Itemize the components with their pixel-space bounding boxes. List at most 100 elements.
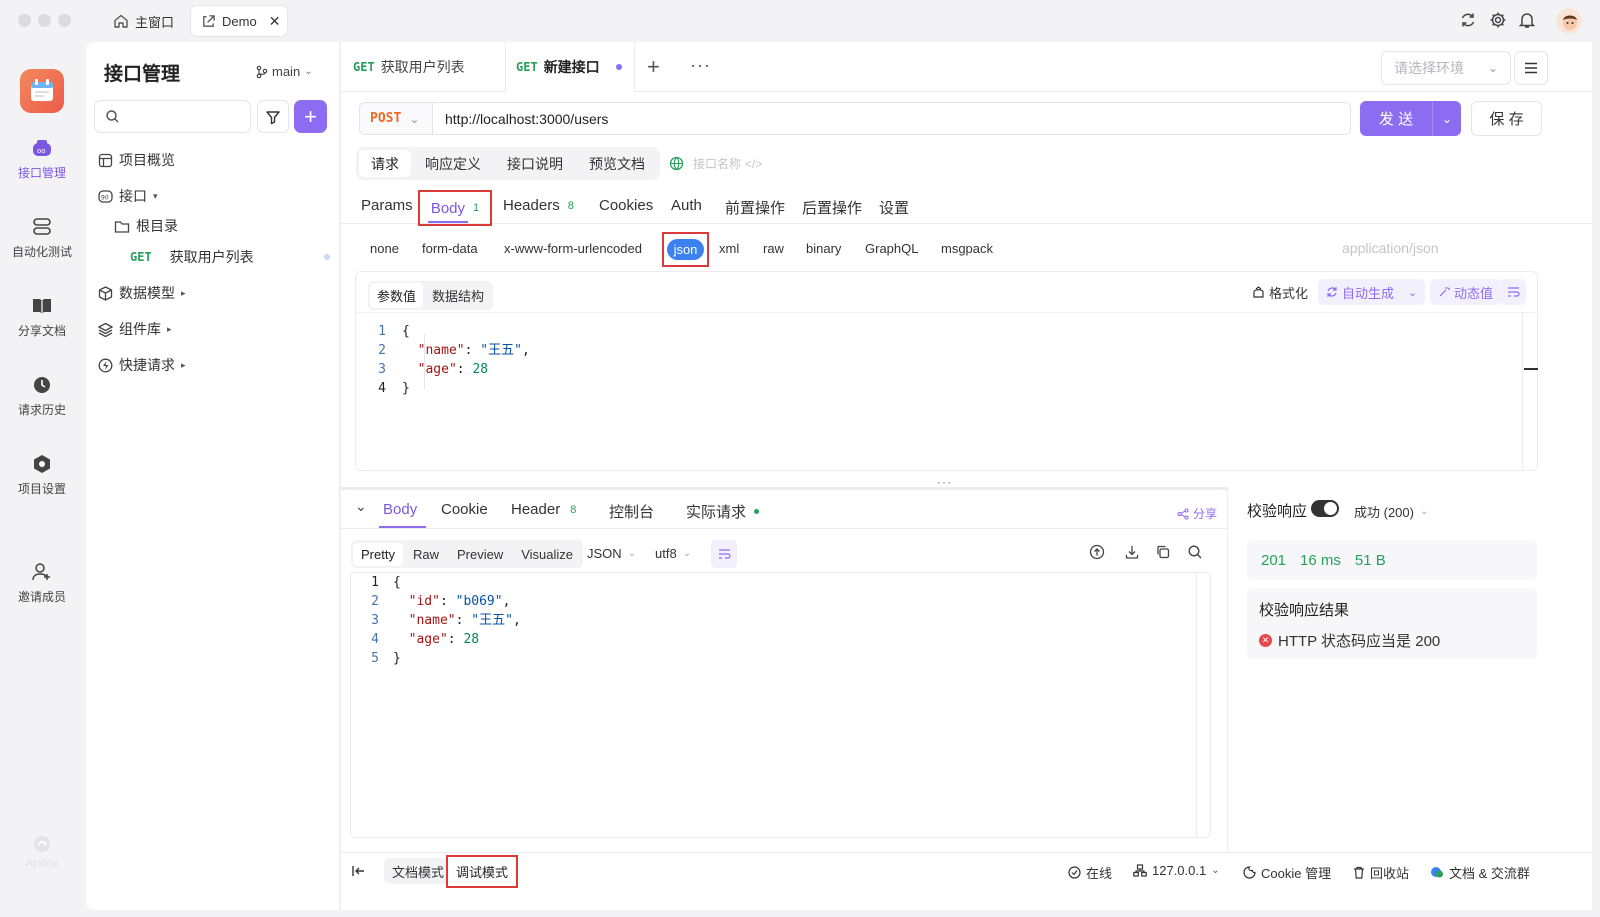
- request-code-lines[interactable]: 1{ 2 "name": "王五", 3 "age": 28 4}: [364, 322, 530, 398]
- doc-mode-button[interactable]: 文档模式: [384, 858, 453, 884]
- body-type-none[interactable]: none: [370, 241, 399, 256]
- add-button[interactable]: +: [294, 100, 327, 133]
- tree-item-quick-requests[interactable]: 快捷请求 ▸: [98, 355, 186, 375]
- tab-param-values[interactable]: 参数值: [370, 283, 424, 308]
- url-input[interactable]: [433, 103, 1350, 134]
- bell-icon[interactable]: [1518, 11, 1538, 31]
- docs-community-button[interactable]: 文档 & 交流群: [1430, 863, 1530, 882]
- zoom-window-dot[interactable]: [58, 14, 71, 27]
- encoding-select[interactable]: utf8 ⌄: [655, 546, 691, 561]
- tab-auth[interactable]: Auth: [671, 197, 702, 214]
- tree-item-components[interactable]: 组件库 ▸: [98, 319, 172, 339]
- response-scrollbar-track[interactable]: [1196, 573, 1197, 837]
- rail-item-project-settings[interactable]: 项目设置: [0, 454, 84, 497]
- trash-button[interactable]: 回收站: [1353, 863, 1409, 882]
- pane-splitter[interactable]: [341, 487, 1227, 490]
- filter-button[interactable]: [257, 100, 289, 133]
- tab-new-endpoint[interactable]: GET 新建接口: [505, 42, 635, 92]
- body-type-msgpack[interactable]: msgpack: [941, 241, 993, 256]
- endpoint-name-field[interactable]: 接口名称 </>: [693, 155, 762, 172]
- tab-post-operations[interactable]: 后置操作: [802, 197, 862, 218]
- format-button[interactable]: 格式化: [1252, 283, 1308, 302]
- body-type-raw[interactable]: raw: [763, 241, 784, 256]
- body-type-graphql[interactable]: GraphQL: [865, 241, 918, 256]
- close-window-dot[interactable]: [18, 14, 31, 27]
- branch-selector[interactable]: main ⌄: [256, 64, 313, 79]
- splitter-handle-icon[interactable]: ···: [937, 475, 952, 489]
- view-tab-raw[interactable]: Raw: [405, 543, 447, 566]
- autogen-button[interactable]: 自动生成 ⌄: [1318, 279, 1426, 305]
- environment-select[interactable]: 请选择环境 ⌄: [1381, 51, 1511, 85]
- search-icon[interactable]: [1187, 544, 1203, 560]
- tab-api-description[interactable]: 接口说明: [495, 150, 575, 177]
- method-select[interactable]: POST ⌄: [360, 103, 433, 134]
- wrap-lines-button[interactable]: [1500, 279, 1526, 305]
- rail-item-api-management[interactable]: oo 接口管理: [0, 138, 84, 181]
- response-tab-header[interactable]: Header 8: [511, 501, 576, 518]
- upload-icon[interactable]: [1089, 544, 1105, 560]
- tab-headers[interactable]: Headers 8: [503, 197, 574, 214]
- menu-button[interactable]: [1514, 51, 1548, 85]
- sync-icon[interactable]: [1459, 11, 1479, 31]
- tab-response-definition[interactable]: 响应定义: [413, 150, 493, 177]
- tab-cookies[interactable]: Cookies: [599, 197, 653, 214]
- cookie-manager-button[interactable]: Cookie 管理: [1243, 863, 1331, 882]
- tree-search-input[interactable]: [126, 109, 246, 124]
- copy-icon[interactable]: [1155, 544, 1171, 560]
- response-tab-actual-request[interactable]: 实际请求: [686, 501, 760, 522]
- wrap-lines-button[interactable]: [711, 540, 737, 568]
- new-tab-plus-icon[interactable]: +: [647, 54, 660, 80]
- tree-item-overview[interactable]: 项目概览: [98, 150, 175, 170]
- response-tab-cookie[interactable]: Cookie: [441, 501, 488, 518]
- rail-item-history[interactable]: 请求历史: [0, 375, 84, 418]
- tab-params[interactable]: Params: [361, 197, 413, 214]
- save-button[interactable]: 保 存: [1471, 101, 1542, 136]
- editor-scrollbar-track[interactable]: [1522, 313, 1523, 471]
- dynamic-value-button[interactable]: 动态值: [1430, 279, 1502, 305]
- body-type-urlencoded[interactable]: x-www-form-urlencoded: [504, 241, 642, 256]
- home-tab[interactable]: 主窗口: [103, 6, 184, 36]
- tab-request[interactable]: 请求: [359, 150, 411, 177]
- tab-settings[interactable]: 设置: [879, 197, 909, 218]
- app-logo[interactable]: [20, 69, 64, 113]
- debug-mode-button[interactable]: 调试模式: [446, 855, 518, 888]
- tree-item-data-models[interactable]: 数据模型 ▸: [98, 283, 186, 303]
- collapse-chevron-icon[interactable]: ⌄: [355, 498, 367, 515]
- host-select[interactable]: 127.0.0.1 ⌄: [1133, 863, 1220, 878]
- rail-item-invite-members[interactable]: 邀请成员: [0, 562, 84, 605]
- globe-icon[interactable]: [669, 156, 684, 171]
- avatar[interactable]: [1556, 8, 1582, 34]
- demo-tab[interactable]: Demo ✕: [191, 6, 287, 36]
- tree-item-root-folder[interactable]: 根目录: [114, 216, 178, 236]
- close-tab-icon[interactable]: ✕: [269, 13, 281, 30]
- online-status[interactable]: 在线: [1068, 863, 1112, 882]
- tree-search-box[interactable]: [94, 100, 251, 133]
- tab-pre-operations[interactable]: 前置操作: [725, 197, 785, 218]
- body-type-json[interactable]: json: [662, 232, 709, 267]
- view-tab-pretty[interactable]: Pretty: [353, 542, 403, 566]
- body-type-binary[interactable]: binary: [806, 241, 841, 256]
- tab-get-user-list[interactable]: GET 获取用户列表: [353, 42, 465, 92]
- body-type-xml[interactable]: xml: [719, 241, 739, 256]
- send-button[interactable]: 发 送 ⌄: [1360, 101, 1461, 136]
- response-tab-console[interactable]: 控制台: [609, 501, 654, 522]
- validation-toggle[interactable]: [1311, 500, 1339, 517]
- settings-gear-icon[interactable]: [1489, 11, 1509, 31]
- view-tab-preview[interactable]: Preview: [449, 543, 511, 566]
- tab-data-structure[interactable]: 数据结构: [425, 283, 491, 308]
- send-dropdown-chevron-icon[interactable]: ⌄: [1433, 112, 1461, 126]
- format-select[interactable]: JSON ⌄: [587, 546, 636, 561]
- response-tab-body[interactable]: Body: [383, 501, 417, 518]
- view-tab-visualize[interactable]: Visualize: [513, 543, 581, 566]
- validation-status-select[interactable]: 成功 (200) ⌄: [1354, 502, 1428, 521]
- tree-item-api[interactable]: 90 接口 ▾: [98, 186, 158, 206]
- minimize-window-dot[interactable]: [38, 14, 51, 27]
- rail-item-share-docs[interactable]: 分享文档: [0, 296, 84, 339]
- tab-preview-doc[interactable]: 预览文档: [577, 150, 657, 177]
- body-type-form-data[interactable]: form-data: [422, 241, 478, 256]
- more-tabs-icon[interactable]: ···: [690, 55, 711, 76]
- share-button[interactable]: 分享: [1177, 505, 1217, 522]
- chevron-down-icon[interactable]: ⌄: [1408, 286, 1417, 299]
- response-code-lines[interactable]: 1{ 2 "id": "b069", 3 "name": "王五", 4 "ag…: [357, 573, 521, 668]
- rail-item-automation-test[interactable]: 自动化测试: [0, 217, 84, 260]
